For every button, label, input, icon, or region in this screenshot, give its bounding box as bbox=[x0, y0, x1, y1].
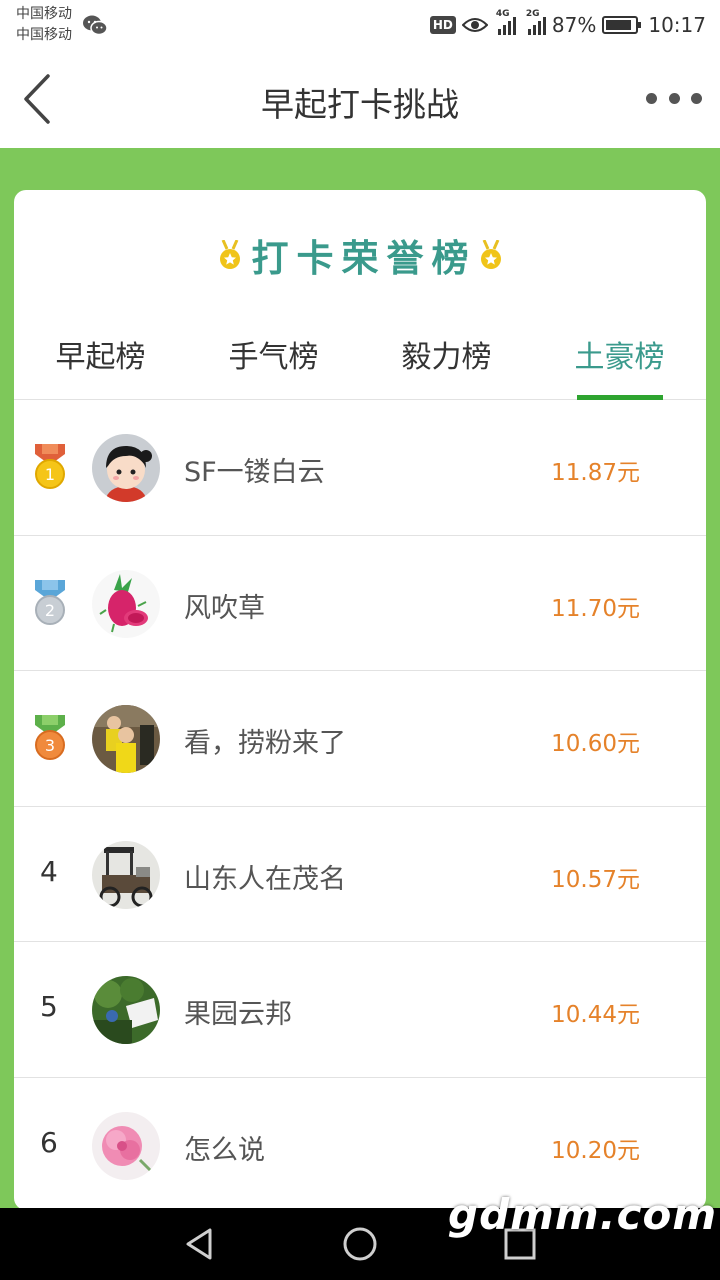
ranking-row[interactable]: 1 SF一镂白云 11.87元 bbox=[14, 400, 706, 536]
dot-icon bbox=[646, 92, 657, 104]
wechat-icon bbox=[83, 15, 108, 36]
title-bar: 早起打卡挑战 bbox=[0, 50, 720, 148]
amount: 10.44元 bbox=[551, 1002, 640, 1028]
rank-number: 4 bbox=[40, 854, 58, 888]
ranking-row[interactable]: 4 山东人在茂名 10.57元 bbox=[14, 807, 706, 942]
watermark: gdmm.com bbox=[448, 1190, 718, 1239]
amount: 10.57元 bbox=[551, 866, 640, 893]
ranking-row[interactable]: 2 风吹草 11.70元 bbox=[14, 536, 706, 671]
leaderboard-tabs: 早起榜 手气榜 毅力榜 土豪榜 bbox=[14, 320, 706, 400]
medal-icon bbox=[480, 240, 501, 269]
tricycle-photo-avatar bbox=[92, 840, 160, 909]
battery-percent: 87% bbox=[551, 13, 597, 37]
svg-text:1: 1 bbox=[45, 465, 55, 484]
user-name: 风吹草 bbox=[184, 592, 265, 624]
cartoon-girl-avatar bbox=[92, 434, 160, 502]
tab-big-spender[interactable]: 土豪榜 bbox=[533, 320, 706, 400]
children-photo-avatar bbox=[92, 705, 160, 773]
dragon-fruit-avatar bbox=[92, 569, 160, 638]
dot-icon bbox=[691, 92, 702, 104]
dot-icon bbox=[668, 92, 680, 104]
user-name: SF一镂白云 bbox=[184, 457, 325, 488]
leaderboard-card: 打卡荣誉榜 早起榜 手气榜 毅力榜 土豪榜 1 SF一镂白云 11.87元 2 … bbox=[14, 190, 706, 1210]
svg-text:3: 3 bbox=[45, 736, 55, 755]
rank-number: 6 bbox=[40, 1125, 58, 1159]
user-name: 怎么说 bbox=[184, 1134, 265, 1166]
carrier-label-2: 中国移动 bbox=[16, 27, 72, 43]
medal-icon bbox=[219, 240, 240, 269]
signal-icon-2g: 2G bbox=[526, 9, 546, 35]
bronze-medal-icon: 3 bbox=[35, 715, 65, 760]
amount: 10.60元 bbox=[551, 731, 640, 757]
gold-medal-icon: 1 bbox=[35, 444, 65, 489]
ranking-row[interactable]: 5 果园云邦 10.44元 bbox=[14, 942, 706, 1078]
amount: 10.20元 bbox=[551, 1137, 640, 1164]
home-circle-icon[interactable] bbox=[340, 1224, 380, 1264]
pink-flower-avatar bbox=[92, 1111, 160, 1180]
tab-early-rise[interactable]: 早起榜 bbox=[14, 320, 187, 399]
silver-medal-icon: 2 bbox=[35, 579, 65, 625]
battery-icon bbox=[602, 16, 642, 34]
amount: 11.70元 bbox=[551, 595, 640, 622]
user-name: 看，捞粉来了 bbox=[184, 728, 346, 759]
status-bar: 中国移动 中国移动 HD 4G 2G 87% 10:17 bbox=[0, 0, 720, 50]
amount: 11.87元 bbox=[551, 460, 640, 486]
tab-luck[interactable]: 手气榜 bbox=[187, 320, 360, 399]
svg-text:2: 2 bbox=[45, 601, 55, 620]
ranking-list: 1 SF一镂白云 11.87元 2 风吹草 11.70元 3 看，捞粉来了 10… bbox=[14, 400, 706, 1210]
user-name: 山东人在茂名 bbox=[184, 863, 346, 895]
orchard-photo-avatar bbox=[92, 976, 160, 1044]
page-title: 早起打卡挑战 bbox=[261, 85, 459, 124]
hd-badge: HD bbox=[429, 16, 456, 34]
clock: 10:17 bbox=[648, 13, 706, 37]
tab-persistence[interactable]: 毅力榜 bbox=[360, 320, 533, 399]
card-header: 打卡荣誉榜 bbox=[14, 228, 706, 282]
signal-icon-4g: 4G bbox=[496, 9, 516, 35]
ranking-row[interactable]: 3 看，捞粉来了 10.60元 bbox=[14, 671, 706, 807]
eye-icon bbox=[461, 18, 488, 32]
card-title: 打卡荣誉榜 bbox=[251, 237, 477, 280]
back-triangle-icon[interactable] bbox=[180, 1224, 220, 1264]
user-name: 果园云邦 bbox=[184, 999, 292, 1030]
rank-number: 5 bbox=[40, 990, 58, 1023]
carrier-label-1: 中国移动 bbox=[16, 6, 72, 22]
more-options-button[interactable] bbox=[646, 86, 702, 110]
